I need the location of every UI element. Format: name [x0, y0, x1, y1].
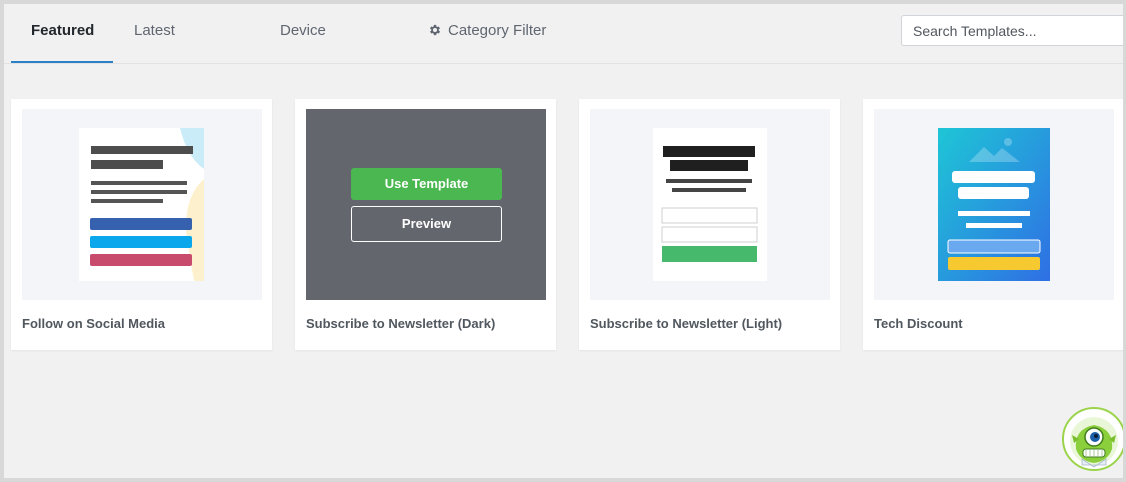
tech-discount-preview	[938, 128, 1050, 281]
template-card-tech-discount[interactable]: Tech Discount	[863, 99, 1123, 350]
tab-device[interactable]: Device	[280, 4, 326, 64]
tab-featured[interactable]: Featured	[31, 4, 94, 64]
template-title: Subscribe to Newsletter (Dark)	[306, 316, 496, 331]
template-title: Tech Discount	[874, 316, 963, 331]
template-card-newsletter-light[interactable]: Subscribe to Newsletter (Light)	[579, 99, 840, 350]
template-thumbnail-hover: Use Template Preview	[306, 109, 546, 300]
use-template-button[interactable]: Use Template	[351, 168, 502, 200]
tab-latest[interactable]: Latest	[134, 4, 175, 64]
template-thumbnail	[874, 109, 1114, 300]
template-card-social[interactable]: Follow on Social Media	[11, 99, 272, 350]
tab-category-filter[interactable]: Category Filter	[428, 4, 546, 64]
template-thumbnail	[22, 109, 262, 300]
tab-bar: Featured Latest Device Category Filter	[4, 4, 1123, 64]
template-title: Follow on Social Media	[22, 316, 166, 331]
gear-icon	[429, 24, 441, 36]
active-tab-indicator	[11, 61, 113, 63]
template-browser: Featured Latest Device Category Filter S…	[0, 0, 1126, 482]
optin-mascot-icon[interactable]	[1062, 407, 1123, 471]
template-thumbnail	[590, 109, 830, 300]
search-input[interactable]	[901, 15, 1123, 46]
newsletter-light-preview	[653, 128, 767, 281]
template-title: Subscribe to Newsletter (Light)	[590, 316, 783, 331]
social-template-preview	[79, 128, 204, 281]
preview-button[interactable]: Preview	[351, 206, 502, 242]
template-card-newsletter-dark[interactable]: Use Template Preview Subscribe to Newsle…	[295, 99, 556, 350]
tab-category-filter-label: Category Filter	[448, 22, 547, 39]
